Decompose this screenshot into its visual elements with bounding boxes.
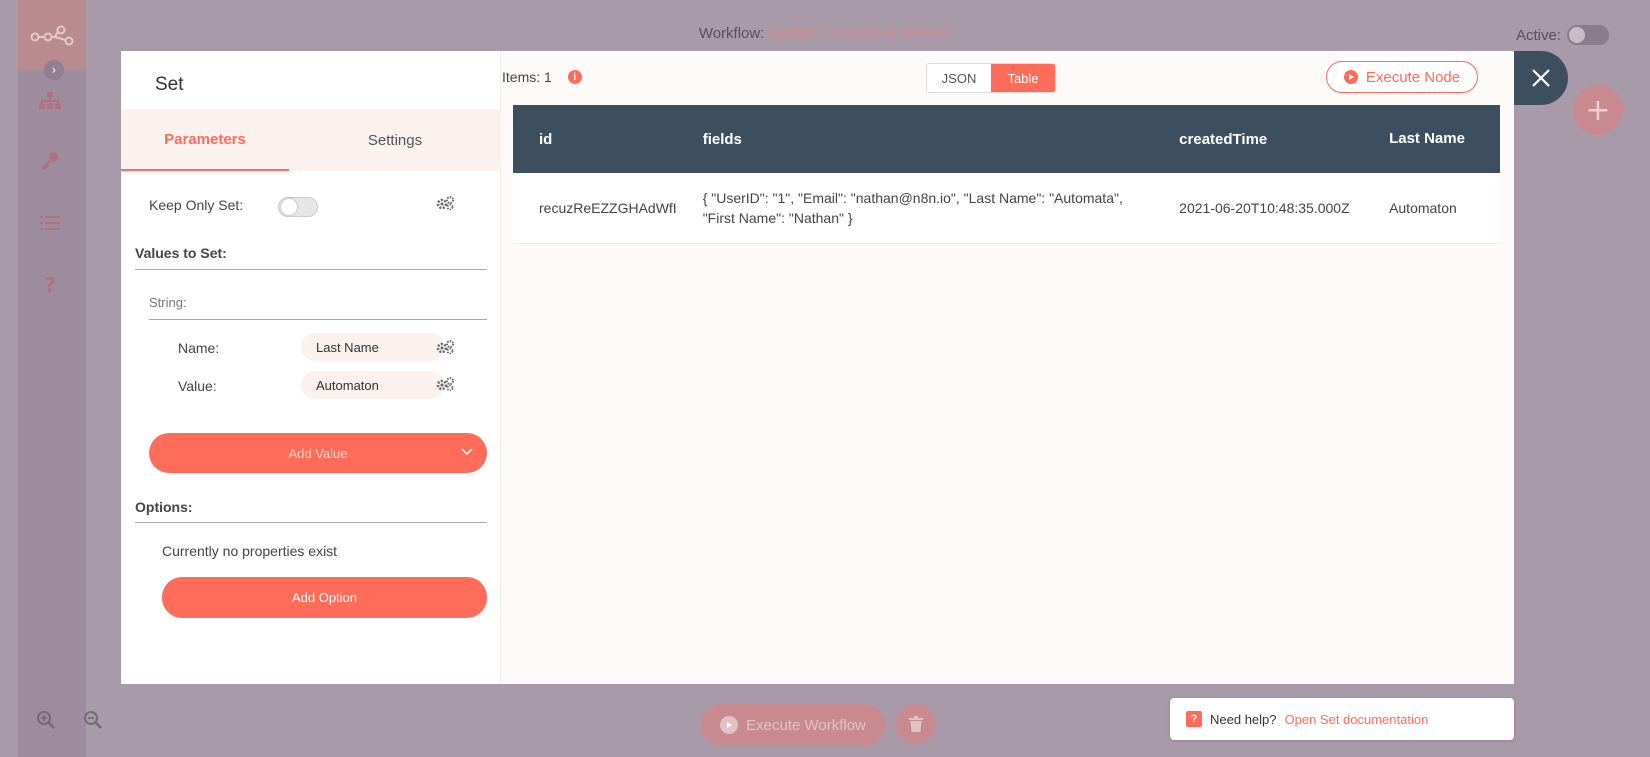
tab-parameters[interactable]: Parameters	[121, 109, 289, 171]
keep-only-set-toggle[interactable]	[278, 197, 318, 217]
zoom-out-icon[interactable]	[81, 708, 105, 732]
output-table: id fields createdTime Last Name recuzReE…	[513, 105, 1500, 244]
expand-sidebar-button[interactable]: ›	[44, 60, 64, 80]
divider	[135, 522, 487, 523]
name-input[interactable]: Last Name	[301, 333, 444, 361]
column-header-last-name: Last Name	[1363, 105, 1500, 173]
workflow-title: Workflow: Update a record on Airtable	[0, 25, 1650, 42]
divider	[135, 269, 487, 270]
panel-tabs: Parameters Settings	[121, 109, 501, 171]
add-value-button[interactable]: Add Value	[149, 433, 487, 473]
cell-createdtime: 2021-06-20T10:48:35.000Z	[1153, 173, 1364, 244]
items-count: Items: 1 i	[502, 69, 582, 85]
node-title[interactable]: Set	[155, 74, 184, 96]
delete-execution-button[interactable]	[896, 704, 936, 744]
add-value-label: Add Value	[288, 445, 348, 461]
execute-workflow-button[interactable]: Execute Workflow	[701, 704, 885, 746]
gear-icon[interactable]	[436, 377, 454, 395]
table-row: recuzReEZZGHAdWfI { "UserID": "1", "Emai…	[513, 173, 1500, 244]
workflows-icon[interactable]	[38, 90, 62, 112]
string-label: String:	[149, 295, 187, 310]
close-icon	[1532, 69, 1550, 87]
cell-fields: { "UserID": "1", "Email": "nathan@n8n.io…	[676, 173, 1154, 244]
parameters-panel: Set Parameters Settings Keep Only Set: V…	[121, 51, 501, 684]
active-toggle[interactable]	[1567, 25, 1610, 45]
execute-node-button[interactable]: Execute Node	[1326, 61, 1478, 93]
active-label: Active:	[1516, 26, 1562, 44]
column-header-fields: fields	[676, 105, 1154, 173]
workflow-prefix: Workflow:	[698, 25, 765, 42]
cell-id: recuzReEZZGHAdWfI	[513, 173, 677, 244]
options-label: Options:	[135, 499, 193, 515]
divider	[149, 319, 487, 320]
add-node-button[interactable]: +	[1573, 85, 1623, 135]
sidebar	[18, 0, 86, 757]
play-icon	[1343, 70, 1358, 84]
column-header-id: id	[513, 105, 677, 173]
info-icon[interactable]: i	[567, 70, 582, 84]
play-icon	[720, 716, 739, 734]
value-label: Value:	[178, 378, 217, 394]
table-header-row: id fields createdTime Last Name	[513, 105, 1500, 173]
active-control: Active:	[1516, 25, 1610, 45]
help-box: ? Need help? Open Set documentation	[1170, 698, 1514, 740]
plus-icon: +	[1585, 92, 1611, 128]
no-properties-text: Currently no properties exist	[162, 543, 338, 559]
help-question-icon[interactable]: ?	[38, 273, 62, 297]
trash-icon	[909, 716, 923, 732]
add-option-button[interactable]: Add Option	[162, 577, 487, 618]
workflow-name[interactable]: Update a record on Airtable	[769, 25, 952, 42]
items-count-label: Items: 1	[502, 69, 552, 85]
chevron-down-icon	[461, 443, 473, 459]
cell-last-name: Automaton	[1363, 173, 1500, 244]
name-label: Name:	[178, 340, 220, 356]
json-view-button[interactable]: JSON	[927, 64, 991, 92]
keep-only-set-label: Keep Only Set:	[149, 197, 244, 213]
value-input[interactable]: Automaton	[301, 371, 444, 399]
tab-settings[interactable]: Settings	[289, 109, 501, 171]
gear-icon[interactable]	[436, 196, 454, 214]
values-to-set-label: Values to Set:	[135, 245, 227, 261]
view-toggle: JSON Table	[926, 63, 1056, 93]
close-modal-button[interactable]	[1514, 51, 1568, 105]
chevron-right-icon: ›	[51, 63, 57, 77]
execute-node-label: Execute Node	[1365, 68, 1461, 86]
column-header-createdtime: createdTime	[1153, 105, 1364, 173]
help-text: Need help?	[1210, 711, 1277, 727]
documentation-link[interactable]: Open Set documentation	[1285, 712, 1429, 727]
gear-icon[interactable]	[436, 340, 454, 358]
executions-list-icon[interactable]	[38, 212, 62, 234]
table-view-button[interactable]: Table	[991, 64, 1055, 92]
help-icon: ?	[1186, 711, 1202, 727]
execute-workflow-label: Execute Workflow	[746, 716, 866, 734]
zoom-in-icon[interactable]	[34, 708, 58, 732]
key-icon[interactable]	[38, 150, 62, 172]
